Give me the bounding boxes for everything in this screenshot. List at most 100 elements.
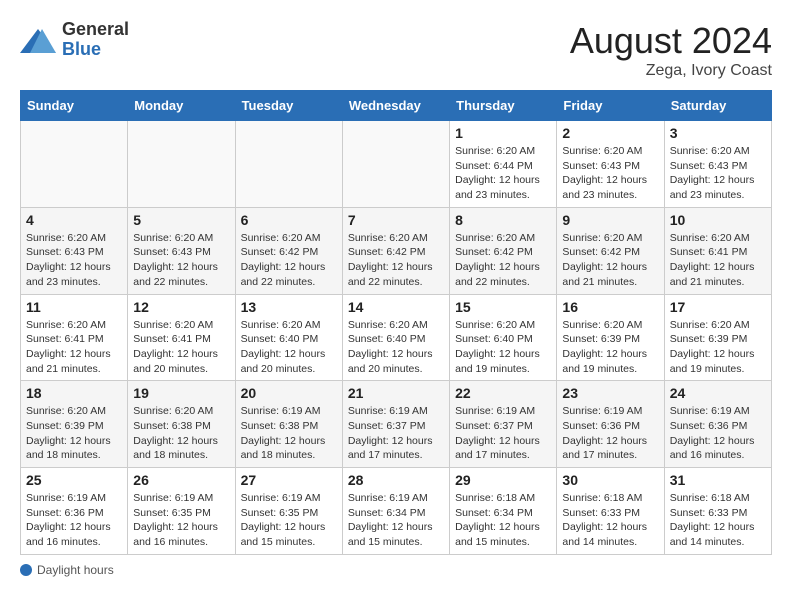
day-number: 26	[133, 472, 229, 488]
footer-dot-icon	[20, 564, 32, 576]
day-header-thursday: Thursday	[450, 91, 557, 121]
day-number: 27	[241, 472, 337, 488]
calendar-cell: 3 Sunrise: 6:20 AM Sunset: 6:43 PM Daylig…	[664, 121, 771, 208]
logo-icon	[20, 25, 56, 55]
logo-general: General	[62, 19, 129, 39]
calendar-cell: 20 Sunrise: 6:19 AM Sunset: 6:38 PM Dayli…	[235, 381, 342, 468]
calendar-cell: 8Sunrise: 6:20 AM Sunset: 6:42 PM Daylig…	[450, 207, 557, 294]
day-number: 8	[455, 212, 551, 228]
day-number: 6	[241, 212, 337, 228]
day-number: 3	[670, 125, 766, 141]
week-row-5: 25 Sunrise: 6:19 AM Sunset: 6:36 PM Dayli…	[21, 468, 772, 555]
title-block: August 2024 Zega, Ivory Coast	[570, 20, 772, 80]
day-header-monday: Monday	[128, 91, 235, 121]
day-info: Sunrise: 6:20 AM Sunset: 6:41 PM Dayligh…	[133, 318, 229, 377]
calendar-cell: 2 Sunrise: 6:20 AM Sunset: 6:43 PM Daylig…	[557, 121, 664, 208]
day-header-wednesday: Wednesday	[342, 91, 449, 121]
calendar-cell: 28Sunrise: 6:19 AM Sunset: 6:34 PM Dayli…	[342, 468, 449, 555]
calendar-cell: 6Sunrise: 6:20 AM Sunset: 6:42 PM Daylig…	[235, 207, 342, 294]
footer: Daylight hours	[20, 563, 772, 577]
calendar-cell: 27Sunrise: 6:19 AM Sunset: 6:35 PM Dayli…	[235, 468, 342, 555]
logo-blue: Blue	[62, 39, 101, 59]
day-number: 13	[241, 299, 337, 315]
calendar-cell: 1 Sunrise: 6:20 AM Sunset: 6:44 PM Daylig…	[450, 121, 557, 208]
days-of-week-row: SundayMondayTuesdayWednesdayThursdayFrid…	[21, 91, 772, 121]
calendar-cell	[235, 121, 342, 208]
calendar-cell: 29Sunrise: 6:18 AM Sunset: 6:34 PM Dayli…	[450, 468, 557, 555]
day-info: Sunrise: 6:19 AM Sunset: 6:37 PM Dayligh…	[455, 404, 551, 463]
calendar-cell: 11 Sunrise: 6:20 AM Sunset: 6:41 PM Dayli…	[21, 294, 128, 381]
calendar-cell: 12 Sunrise: 6:20 AM Sunset: 6:41 PM Dayli…	[128, 294, 235, 381]
calendar-cell: 9Sunrise: 6:20 AM Sunset: 6:42 PM Daylig…	[557, 207, 664, 294]
day-number: 10	[670, 212, 766, 228]
calendar-cell: 15Sunrise: 6:20 AM Sunset: 6:40 PM Dayli…	[450, 294, 557, 381]
day-info: Sunrise: 6:20 AM Sunset: 6:40 PM Dayligh…	[241, 318, 337, 377]
day-info: Sunrise: 6:20 AM Sunset: 6:43 PM Dayligh…	[670, 144, 766, 203]
day-number: 19	[133, 385, 229, 401]
calendar-cell: 14Sunrise: 6:20 AM Sunset: 6:40 PM Dayli…	[342, 294, 449, 381]
day-info: Sunrise: 6:20 AM Sunset: 6:44 PM Dayligh…	[455, 144, 551, 203]
day-number: 2	[562, 125, 658, 141]
day-info: Sunrise: 6:20 AM Sunset: 6:41 PM Dayligh…	[26, 318, 122, 377]
day-header-friday: Friday	[557, 91, 664, 121]
calendar-cell	[342, 121, 449, 208]
day-number: 25	[26, 472, 122, 488]
day-info: Sunrise: 6:20 AM Sunset: 6:38 PM Dayligh…	[133, 404, 229, 463]
footer-label: Daylight hours	[37, 563, 114, 577]
day-number: 12	[133, 299, 229, 315]
day-number: 28	[348, 472, 444, 488]
day-number: 4	[26, 212, 122, 228]
day-info: Sunrise: 6:19 AM Sunset: 6:36 PM Dayligh…	[670, 404, 766, 463]
calendar-cell: 18Sunrise: 6:20 AM Sunset: 6:39 PM Dayli…	[21, 381, 128, 468]
day-info: Sunrise: 6:19 AM Sunset: 6:35 PM Dayligh…	[133, 491, 229, 550]
location-subtitle: Zega, Ivory Coast	[570, 62, 772, 80]
day-info: Sunrise: 6:20 AM Sunset: 6:41 PM Dayligh…	[670, 231, 766, 290]
day-number: 31	[670, 472, 766, 488]
calendar-cell	[21, 121, 128, 208]
day-number: 22	[455, 385, 551, 401]
calendar-header: SundayMondayTuesdayWednesdayThursdayFrid…	[21, 91, 772, 121]
calendar-cell: 4 Sunrise: 6:20 AM Sunset: 6:43 PM Daylig…	[21, 207, 128, 294]
calendar-cell: 26 Sunrise: 6:19 AM Sunset: 6:35 PM Dayli…	[128, 468, 235, 555]
week-row-2: 4 Sunrise: 6:20 AM Sunset: 6:43 PM Daylig…	[21, 207, 772, 294]
day-number: 29	[455, 472, 551, 488]
day-info: Sunrise: 6:19 AM Sunset: 6:36 PM Dayligh…	[26, 491, 122, 550]
calendar-cell: 13 Sunrise: 6:20 AM Sunset: 6:40 PM Dayli…	[235, 294, 342, 381]
calendar-cell: 16Sunrise: 6:20 AM Sunset: 6:39 PM Dayli…	[557, 294, 664, 381]
calendar-cell: 24 Sunrise: 6:19 AM Sunset: 6:36 PM Dayli…	[664, 381, 771, 468]
calendar-body: 1 Sunrise: 6:20 AM Sunset: 6:44 PM Daylig…	[21, 121, 772, 555]
day-number: 24	[670, 385, 766, 401]
day-number: 14	[348, 299, 444, 315]
day-info: Sunrise: 6:20 AM Sunset: 6:43 PM Dayligh…	[26, 231, 122, 290]
calendar-cell: 19 Sunrise: 6:20 AM Sunset: 6:38 PM Dayli…	[128, 381, 235, 468]
logo: General Blue	[20, 20, 129, 60]
calendar-cell: 5Sunrise: 6:20 AM Sunset: 6:43 PM Daylig…	[128, 207, 235, 294]
day-number: 11	[26, 299, 122, 315]
calendar-table: SundayMondayTuesdayWednesdayThursdayFrid…	[20, 90, 772, 555]
day-info: Sunrise: 6:20 AM Sunset: 6:43 PM Dayligh…	[562, 144, 658, 203]
day-info: Sunrise: 6:19 AM Sunset: 6:38 PM Dayligh…	[241, 404, 337, 463]
day-number: 7	[348, 212, 444, 228]
day-number: 20	[241, 385, 337, 401]
day-number: 23	[562, 385, 658, 401]
day-number: 9	[562, 212, 658, 228]
calendar-cell: 31Sunrise: 6:18 AM Sunset: 6:33 PM Dayli…	[664, 468, 771, 555]
calendar-cell: 25 Sunrise: 6:19 AM Sunset: 6:36 PM Dayli…	[21, 468, 128, 555]
page-header: General Blue August 2024 Zega, Ivory Coa…	[20, 20, 772, 80]
day-number: 30	[562, 472, 658, 488]
day-number: 18	[26, 385, 122, 401]
calendar-cell: 22 Sunrise: 6:19 AM Sunset: 6:37 PM Dayli…	[450, 381, 557, 468]
day-number: 5	[133, 212, 229, 228]
day-number: 1	[455, 125, 551, 141]
calendar-cell	[128, 121, 235, 208]
day-number: 21	[348, 385, 444, 401]
day-info: Sunrise: 6:20 AM Sunset: 6:40 PM Dayligh…	[455, 318, 551, 377]
week-row-3: 11 Sunrise: 6:20 AM Sunset: 6:41 PM Dayli…	[21, 294, 772, 381]
calendar-cell: 10 Sunrise: 6:20 AM Sunset: 6:41 PM Dayli…	[664, 207, 771, 294]
day-info: Sunrise: 6:19 AM Sunset: 6:37 PM Dayligh…	[348, 404, 444, 463]
day-info: Sunrise: 6:20 AM Sunset: 6:39 PM Dayligh…	[670, 318, 766, 377]
week-row-4: 18Sunrise: 6:20 AM Sunset: 6:39 PM Dayli…	[21, 381, 772, 468]
day-info: Sunrise: 6:20 AM Sunset: 6:39 PM Dayligh…	[562, 318, 658, 377]
day-info: Sunrise: 6:19 AM Sunset: 6:36 PM Dayligh…	[562, 404, 658, 463]
calendar-cell: 17Sunrise: 6:20 AM Sunset: 6:39 PM Dayli…	[664, 294, 771, 381]
